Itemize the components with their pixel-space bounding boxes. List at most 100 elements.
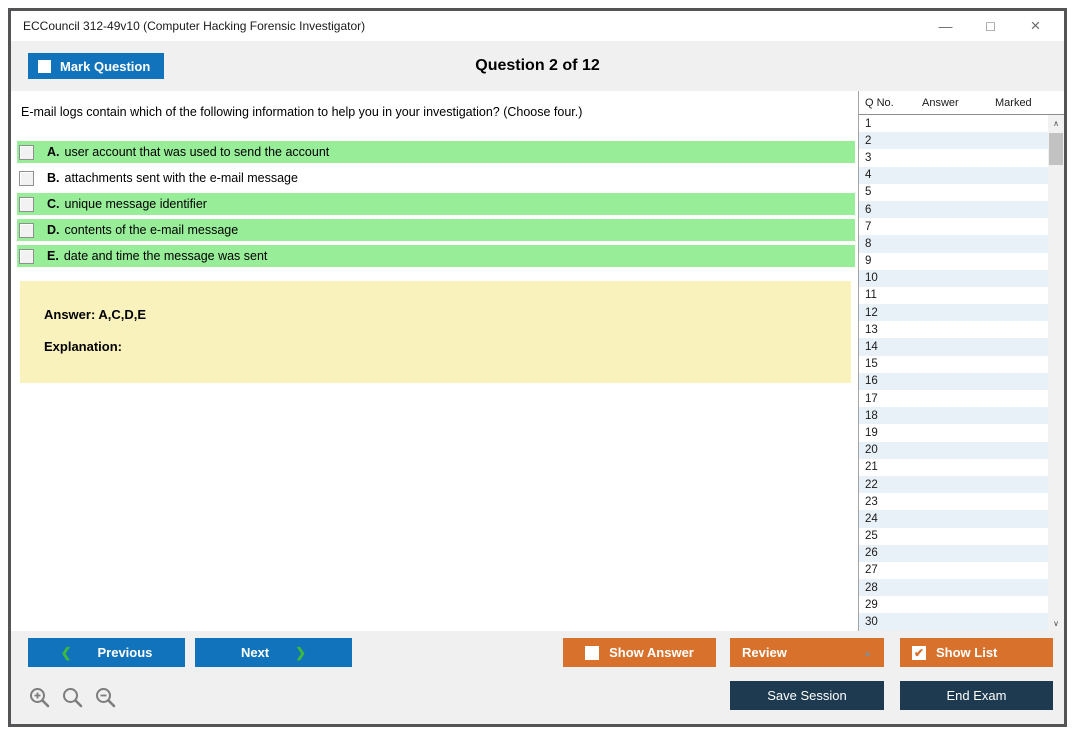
maximize-icon[interactable]: □: [968, 11, 1013, 41]
question-list-row[interactable]: 18: [859, 407, 1048, 425]
row-qno: 29: [865, 598, 878, 611]
save-session-button[interactable]: Save Session: [730, 681, 884, 710]
end-exam-button[interactable]: End Exam: [900, 681, 1053, 710]
question-list-row[interactable]: 5: [859, 184, 1048, 201]
row-qno: 2: [865, 134, 872, 147]
scrollbar-thumb[interactable]: [1049, 133, 1063, 165]
row-qno: 20: [865, 444, 878, 457]
save-session-label: Save Session: [767, 688, 847, 703]
header-strip: Mark Question Question 2 of 12: [11, 41, 1064, 91]
column-header-qno: Q No.: [865, 96, 894, 109]
question-list-row[interactable]: 30: [859, 613, 1048, 631]
option-text: contents of the e-mail message: [64, 223, 239, 237]
show-answer-label: Show Answer: [609, 645, 694, 660]
question-list-row[interactable]: 25: [859, 528, 1048, 545]
option-text: unique message identifier: [64, 197, 207, 211]
question-list-row[interactable]: 22: [859, 475, 1048, 494]
row-qno: 16: [865, 375, 878, 388]
question-list-row[interactable]: 16: [859, 372, 1048, 390]
row-qno: 23: [865, 495, 878, 508]
minimize-icon[interactable]: —: [923, 11, 968, 41]
zoom-out-icon[interactable]: [94, 686, 118, 710]
explanation-label: Explanation:: [44, 339, 123, 354]
zoom-icon[interactable]: [61, 686, 85, 710]
end-exam-label: End Exam: [946, 688, 1007, 703]
row-qno: 17: [865, 392, 878, 405]
row-qno: 27: [865, 564, 878, 577]
row-qno: 13: [865, 323, 878, 336]
show-list-button[interactable]: ✔ Show List: [900, 638, 1053, 667]
row-qno: 14: [865, 341, 878, 354]
row-qno: 22: [865, 478, 878, 491]
option-letter: D.: [47, 223, 60, 237]
answer-option[interactable]: D. contents of the e-mail message: [17, 219, 855, 241]
row-qno: 24: [865, 512, 878, 525]
option-checkbox[interactable]: [19, 196, 34, 212]
question-list-row[interactable]: 6: [859, 200, 1048, 219]
option-text: attachments sent with the e-mail message: [64, 171, 298, 185]
mark-question-checkbox[interactable]: [38, 59, 51, 73]
footer-bar: ❮ Previous Next ❯ Show Answer Review ▲ ✔…: [11, 631, 1064, 724]
question-pane: E-mail logs contain which of the followi…: [11, 91, 858, 631]
question-list-row[interactable]: 9: [859, 253, 1048, 270]
answer-option[interactable]: C. unique message identifier: [17, 193, 855, 215]
answer-box: Answer: A,C,D,E Explanation:: [20, 281, 851, 383]
option-checkbox[interactable]: [19, 144, 34, 160]
row-qno: 15: [865, 358, 878, 371]
question-list-row[interactable]: 28: [859, 579, 1048, 597]
previous-button[interactable]: ❮ Previous: [28, 638, 185, 667]
row-qno: 10: [865, 272, 878, 285]
question-list-row[interactable]: 2: [859, 132, 1048, 150]
mark-question-label: Mark Question: [60, 58, 151, 74]
question-list-row[interactable]: 3: [859, 149, 1048, 166]
question-list-scrollbar[interactable]: ∧ ∨: [1048, 115, 1064, 631]
question-list-row[interactable]: 26: [859, 544, 1048, 562]
row-qno: 6: [865, 203, 872, 216]
question-list-row[interactable]: 21: [859, 459, 1048, 476]
option-checkbox[interactable]: [19, 222, 34, 238]
show-answer-checkbox[interactable]: [585, 645, 600, 660]
question-list-row[interactable]: 15: [859, 356, 1048, 373]
question-list-row[interactable]: 19: [859, 424, 1048, 441]
zoom-tools: [28, 686, 118, 710]
scroll-down-icon[interactable]: ∨: [1048, 615, 1064, 631]
option-letter: E.: [47, 249, 59, 263]
option-checkbox[interactable]: [19, 248, 34, 264]
question-list-row[interactable]: 1: [859, 115, 1048, 132]
close-icon[interactable]: ×: [1013, 11, 1058, 41]
question-list-row[interactable]: 20: [859, 441, 1048, 459]
question-list-row[interactable]: 23: [859, 493, 1048, 510]
show-answer-button[interactable]: Show Answer: [563, 638, 716, 667]
show-list-checkbox[interactable]: ✔: [912, 645, 926, 660]
question-list-row[interactable]: 4: [859, 166, 1048, 184]
question-text: E-mail logs contain which of the followi…: [21, 105, 583, 119]
question-list-row[interactable]: 10: [859, 269, 1048, 287]
zoom-in-icon[interactable]: [28, 686, 52, 710]
mark-question-button[interactable]: Mark Question: [28, 53, 165, 79]
row-qno: 19: [865, 426, 878, 439]
question-list-header: Q No. Answer Marked: [859, 91, 1064, 115]
row-qno: 7: [865, 220, 872, 233]
next-button[interactable]: Next ❯: [195, 638, 352, 667]
answer-option[interactable]: A. user account that was used to send th…: [17, 141, 855, 163]
question-list-row[interactable]: 8: [859, 235, 1048, 253]
question-list-row[interactable]: 29: [859, 596, 1048, 613]
question-list-row[interactable]: 14: [859, 338, 1048, 356]
question-list-row[interactable]: 12: [859, 304, 1048, 322]
title-bar: ECCouncil 312-49v10 (Computer Hacking Fo…: [11, 11, 1064, 41]
question-list-row[interactable]: 24: [859, 510, 1048, 528]
scroll-up-icon[interactable]: ∧: [1048, 115, 1064, 131]
answer-option[interactable]: B. attachments sent with the e-mail mess…: [17, 167, 855, 189]
question-list-row[interactable]: 13: [859, 321, 1048, 338]
content-area: E-mail logs contain which of the followi…: [11, 91, 1064, 631]
row-qno: 11: [865, 289, 877, 302]
question-list-row[interactable]: 11: [859, 287, 1048, 304]
question-list-row[interactable]: 7: [859, 218, 1048, 235]
question-list-row[interactable]: 27: [859, 562, 1048, 579]
question-list-panel: Q No. Answer Marked 1 2 3 4 5 6 7 8 9 10…: [858, 91, 1064, 631]
row-qno: 18: [865, 409, 878, 422]
review-button[interactable]: Review ▲: [730, 638, 884, 667]
question-list-row[interactable]: 17: [859, 390, 1048, 407]
answer-option[interactable]: E. date and time the message was sent: [17, 245, 855, 267]
option-checkbox[interactable]: [19, 170, 34, 186]
